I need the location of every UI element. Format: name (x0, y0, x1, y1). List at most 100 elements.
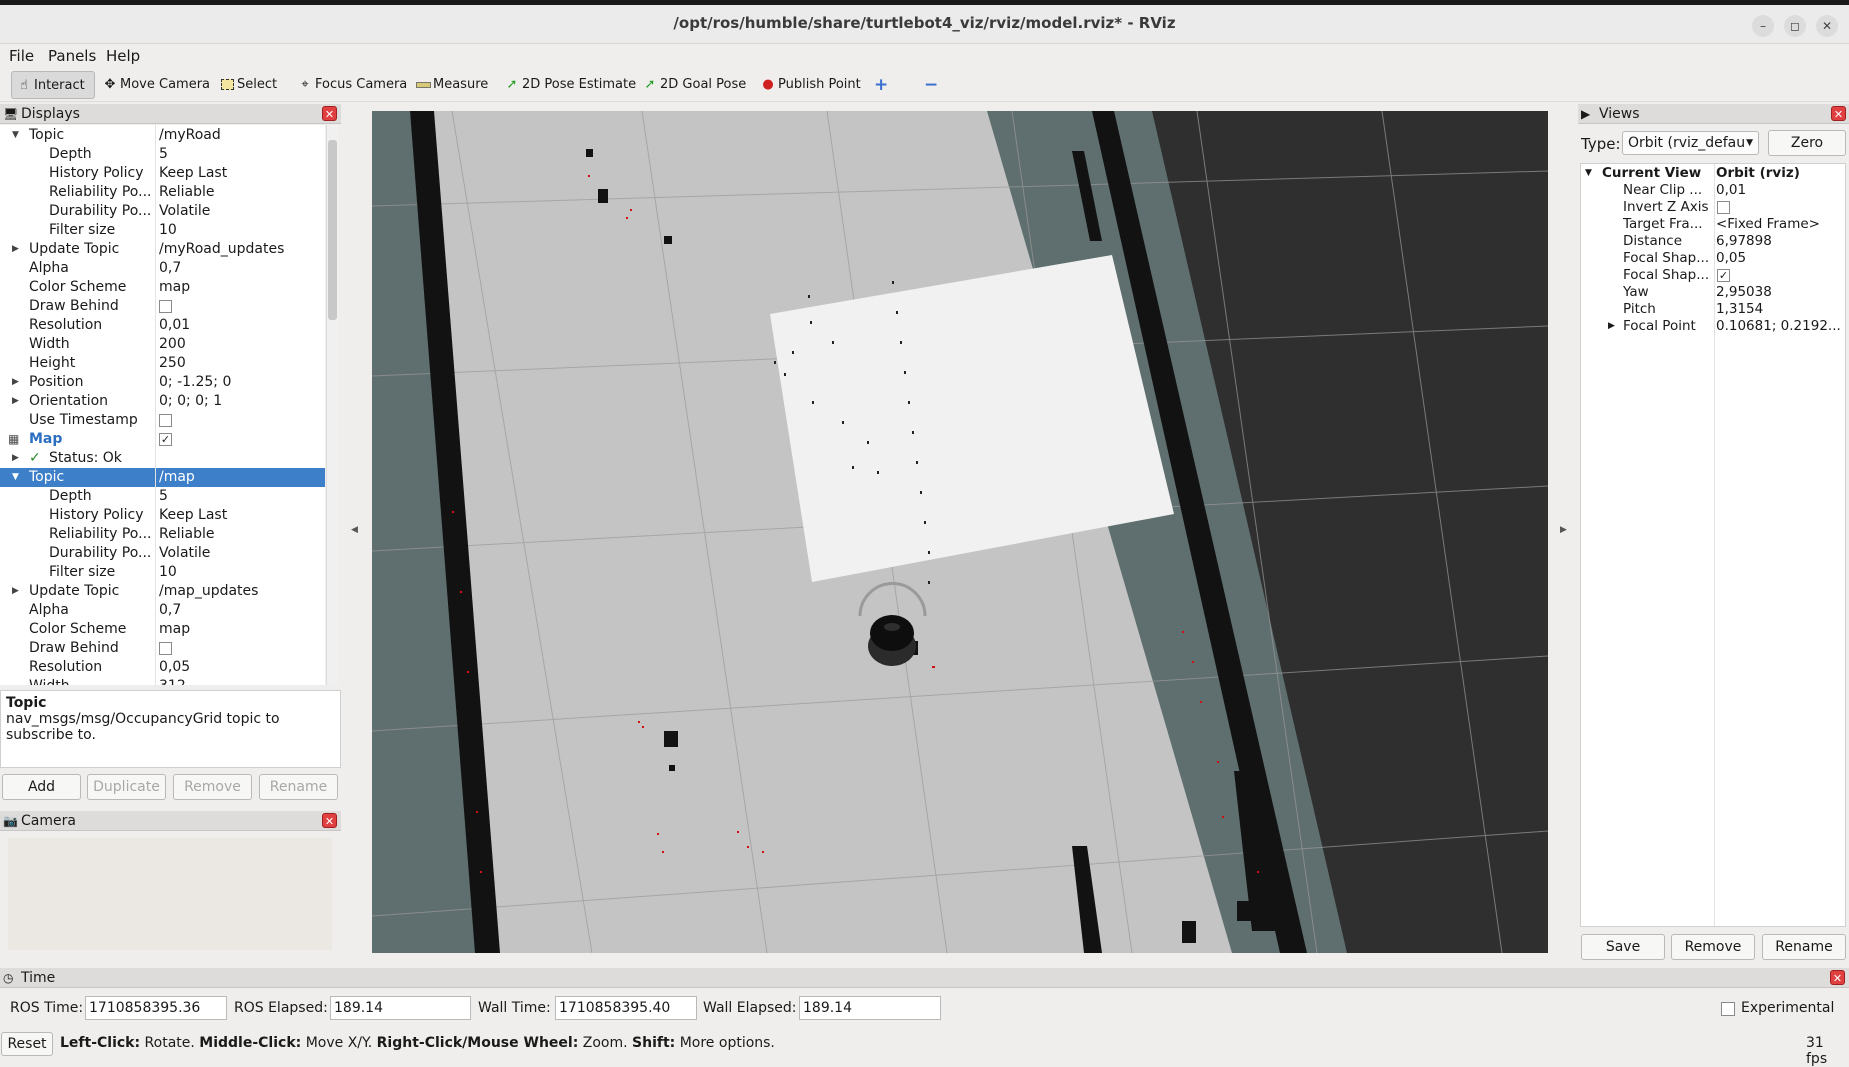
tree-row[interactable]: Near Clip ... 0,01 (1581, 182, 1845, 199)
duplicate-display-button[interactable]: Duplicate (87, 774, 166, 800)
tree-row[interactable]: Alpha 0,7 (0, 601, 325, 620)
tree-row[interactable]: Alpha 0,7 (0, 259, 325, 278)
camera-icon: 📷 (3, 814, 18, 828)
tree-row[interactable]: Focal Shap... ✓ (1581, 267, 1845, 284)
rename-view-button[interactable]: Rename (1762, 934, 1846, 960)
close-icon[interactable]: ✕ (1816, 15, 1838, 37)
tree-row[interactable]: Resolution 0,05 (0, 658, 325, 677)
tree-row[interactable]: Use Timestamp (0, 411, 325, 430)
menu-file[interactable]: File (9, 44, 34, 68)
save-view-button[interactable]: Save (1581, 934, 1665, 960)
use-timestamp-checkbox[interactable] (159, 414, 172, 427)
tree-row[interactable]: ▶ Orientation 0; 0; 0; 1 (0, 392, 325, 411)
tree-row[interactable]: Reliability Po... Reliable (0, 525, 325, 544)
tree-row[interactable]: Depth 5 (0, 145, 325, 164)
focal-shape-checkbox[interactable]: ✓ (1717, 269, 1730, 282)
tree-row[interactable]: Distance 6,97898 (1581, 233, 1845, 250)
3d-viewport[interactable] (372, 111, 1548, 953)
tree-row-selected[interactable]: ▼ Topic/map (0, 468, 325, 487)
measure-tool-button[interactable]: Measure (411, 71, 488, 99)
property-description: Topic nav_msgs/msg/OccupancyGrid topic t… (0, 690, 341, 768)
map-enabled-checkbox[interactable]: ✓ (159, 433, 172, 446)
publish-point-tool-button[interactable]: ● Publish Point (756, 71, 860, 99)
tree-row[interactable]: Pitch 1,3154 (1581, 301, 1845, 318)
ros-time-field[interactable]: 1710858395.36 (85, 996, 227, 1020)
tree-row-map[interactable]: ▦ Map ✓ (0, 430, 325, 449)
tree-row[interactable]: Durability Po... Volatile (0, 544, 325, 563)
tree-row[interactable]: ▶ Focal Point 0.10681; 0.2192... (1581, 318, 1845, 335)
select-tool-button[interactable]: Select (215, 71, 277, 99)
tree-row[interactable]: Height 250 (0, 354, 325, 373)
tree-row[interactable]: Invert Z Axis (1581, 199, 1845, 216)
remove-view-button[interactable]: Remove (1671, 934, 1755, 960)
wall-elapsed-field[interactable]: 189.14 (799, 996, 941, 1020)
description-text: nav_msgs/msg/OccupancyGrid topic to subs… (6, 711, 280, 743)
tree-row[interactable]: History Policy Keep Last (0, 506, 325, 525)
reset-button[interactable]: Reset (1, 1032, 53, 1056)
experimental-checkbox[interactable] (1721, 1002, 1735, 1016)
displays-scrollbar-thumb[interactable] (328, 140, 337, 320)
tree-row[interactable]: Color Scheme map (0, 620, 325, 639)
tree-row[interactable]: Target Fra... <Fixed Frame> (1581, 216, 1845, 233)
hint-left-click-desc: Rotate. (140, 1035, 200, 1051)
tree-row[interactable]: Draw Behind (0, 297, 325, 316)
tree-row[interactable]: Width312 (0, 677, 325, 685)
tree-row[interactable]: Depth 5 (0, 487, 325, 506)
minimize-icon[interactable]: – (1752, 15, 1774, 37)
views-tree[interactable]: ▼ Current View Orbit (rviz) Near Clip ... 0… (1580, 163, 1846, 927)
tree-row[interactable]: Color Scheme map (0, 278, 325, 297)
close-camera-icon[interactable]: ✕ (322, 813, 337, 828)
title-bar: /opt/ros/humble/share/turtlebot4_viz/rvi… (0, 0, 1849, 44)
close-time-icon[interactable]: ✕ (1830, 970, 1845, 985)
add-display-button[interactable]: Add (2, 774, 81, 800)
interact-tool-button[interactable]: ☝ Interact (11, 71, 95, 99)
tree-row[interactable]: ▼ Current View Orbit (rviz) (1581, 165, 1845, 182)
collapse-left-icon[interactable]: ◀ (351, 525, 358, 535)
map-grid-icon: ▦ (8, 432, 20, 446)
ros-elapsed-field[interactable]: 189.14 (330, 996, 471, 1020)
tree-row[interactable]: Filter size 10 (0, 221, 325, 240)
move-camera-tool-button[interactable]: ✥ Move Camera (98, 71, 210, 99)
tree-row[interactable]: History Policy Keep Last (0, 164, 325, 183)
view-type-select[interactable]: Orbit (rviz_defau ▼ (1622, 131, 1759, 155)
tree-row[interactable]: ▶ Update Topic/myRoad_updates (0, 240, 325, 259)
invert-z-axis-checkbox[interactable] (1717, 201, 1730, 214)
close-displays-icon[interactable]: ✕ (322, 106, 337, 121)
tree-row[interactable]: Width 200 (0, 335, 325, 354)
tree-row[interactable]: ▶ Update Topic/map_updates (0, 582, 325, 601)
close-views-icon[interactable]: ✕ (1831, 106, 1846, 121)
wall-time-field[interactable]: 1710858395.40 (555, 996, 697, 1020)
zero-button[interactable]: Zero (1768, 130, 1846, 156)
tree-row[interactable]: ▼ Topic/myRoad (0, 126, 325, 145)
tree-row[interactable]: Reliability Po... Reliable (0, 183, 325, 202)
pose-estimate-tool-button[interactable]: ➚ 2D Pose Estimate (500, 71, 637, 99)
remove-tool-minus-icon[interactable]: − (920, 71, 942, 99)
tree-row[interactable]: Focal Shap... 0,05 (1581, 250, 1845, 267)
views-title: Views (1599, 106, 1640, 122)
displays-tree[interactable]: ▼ Topic/myRoad Depth 5 History Policy Keep … (0, 125, 325, 685)
green-arrow-icon: ➚ (644, 77, 656, 92)
collapse-right-icon[interactable]: ▶ (1560, 525, 1567, 535)
tree-row[interactable]: Yaw 2,95038 (1581, 284, 1845, 301)
focus-camera-tool-button[interactable]: ⌖ Focus Camera (293, 71, 407, 99)
tree-row[interactable]: ▶ ✓ Status: Ok (0, 449, 325, 468)
move-camera-label: Move Camera (120, 77, 211, 92)
ruler-icon (415, 71, 431, 99)
tree-row[interactable]: Draw Behind (0, 639, 325, 658)
tree-row[interactable]: ▶ Position 0; -1.25; 0 (0, 373, 325, 392)
draw-behind-checkbox[interactable] (159, 642, 172, 655)
menu-panels[interactable]: Panels (48, 44, 96, 68)
tree-row[interactable]: Resolution 0,01 (0, 316, 325, 335)
camera-view (8, 838, 332, 950)
menu-help[interactable]: Help (106, 44, 140, 68)
maximize-icon[interactable]: ◻ (1784, 15, 1806, 37)
hint-right-click-desc: Zoom. (578, 1035, 633, 1051)
remove-display-button[interactable]: Remove (173, 774, 252, 800)
add-tool-plus-icon[interactable]: + (870, 71, 892, 99)
goal-pose-tool-button[interactable]: ➚ 2D Goal Pose (638, 71, 747, 99)
draw-behind-checkbox[interactable] (159, 300, 172, 313)
tree-row[interactable]: Filter size 10 (0, 563, 325, 582)
rename-display-button[interactable]: Rename (259, 774, 338, 800)
tree-row[interactable]: Durability Po... Volatile (0, 202, 325, 221)
view-type-label: Type: (1581, 135, 1621, 153)
